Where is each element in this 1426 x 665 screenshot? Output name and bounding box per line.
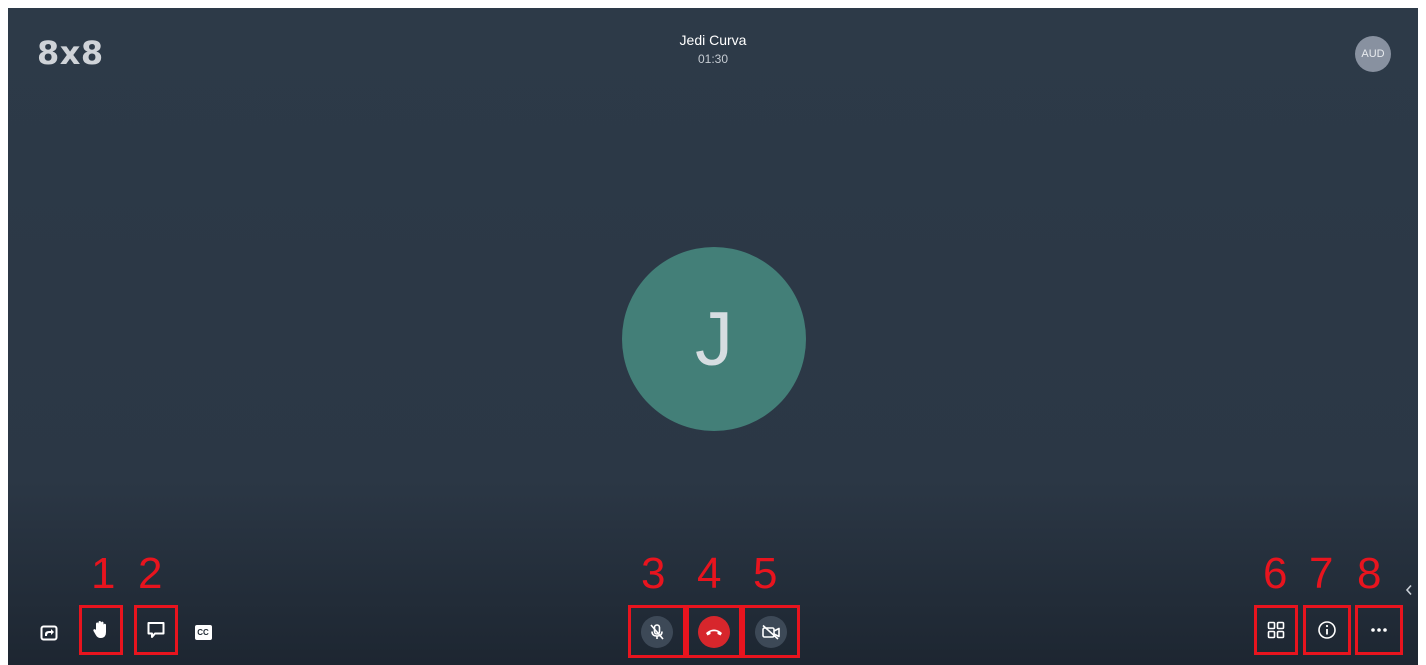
annotation-2: 2 [138,549,163,598]
annotation-box-8 [1355,605,1403,655]
share-screen-icon [40,624,58,642]
annotation-6: 6 [1263,549,1288,598]
share-screen-button[interactable] [36,620,62,646]
call-participant-name: Jedi Curva [679,32,747,48]
camera-toggle-button[interactable] [755,615,787,648]
call-header: Jedi Curva 01:30 [8,32,1418,66]
closed-captions-label: CC [197,627,209,637]
user-avatar-badge[interactable]: AUD [1355,36,1391,72]
closed-captions-icon: CC [194,624,212,640]
call-duration: 01:30 [697,52,729,66]
closed-captions-button[interactable]: CC [192,621,214,643]
tile-view-icon [1267,621,1285,639]
tile-view-button[interactable] [1262,616,1290,644]
participant-avatar: J [622,247,806,431]
chevron-left-icon [1405,584,1413,596]
annotation-box-4 [686,605,742,658]
mic-muted-icon [648,623,666,641]
more-options-button[interactable] [1365,616,1393,644]
info-button[interactable] [1313,616,1341,644]
chat-button[interactable] [142,616,170,644]
annotation-4: 4 [697,549,722,598]
meeting-stage: 8x8 Jedi Curva 01:30 AUD J 1 2 3 4 5 6 7… [8,8,1418,665]
annotation-box-5 [742,605,800,658]
participant-initial: J [695,296,733,382]
toggle-side-panel-button[interactable] [1402,580,1416,600]
annotation-box-7 [1303,605,1351,655]
annotation-box-1 [79,605,123,655]
annotation-box-2 [134,605,178,655]
mute-microphone-button[interactable] [641,615,673,648]
annotation-5: 5 [753,549,778,598]
hangup-icon [705,626,723,638]
annotation-box-3 [628,605,686,658]
annotation-8: 8 [1357,549,1382,598]
annotation-box-6 [1254,605,1298,655]
annotation-3: 3 [641,549,666,598]
raise-hand-button[interactable] [87,616,115,644]
info-icon [1317,620,1337,640]
camera-off-icon [761,624,781,640]
raise-hand-icon [92,620,110,640]
more-icon [1370,627,1388,633]
hangup-button[interactable] [698,615,730,648]
annotation-1: 1 [91,549,116,598]
annotation-7: 7 [1309,549,1334,598]
chat-icon [146,620,166,640]
